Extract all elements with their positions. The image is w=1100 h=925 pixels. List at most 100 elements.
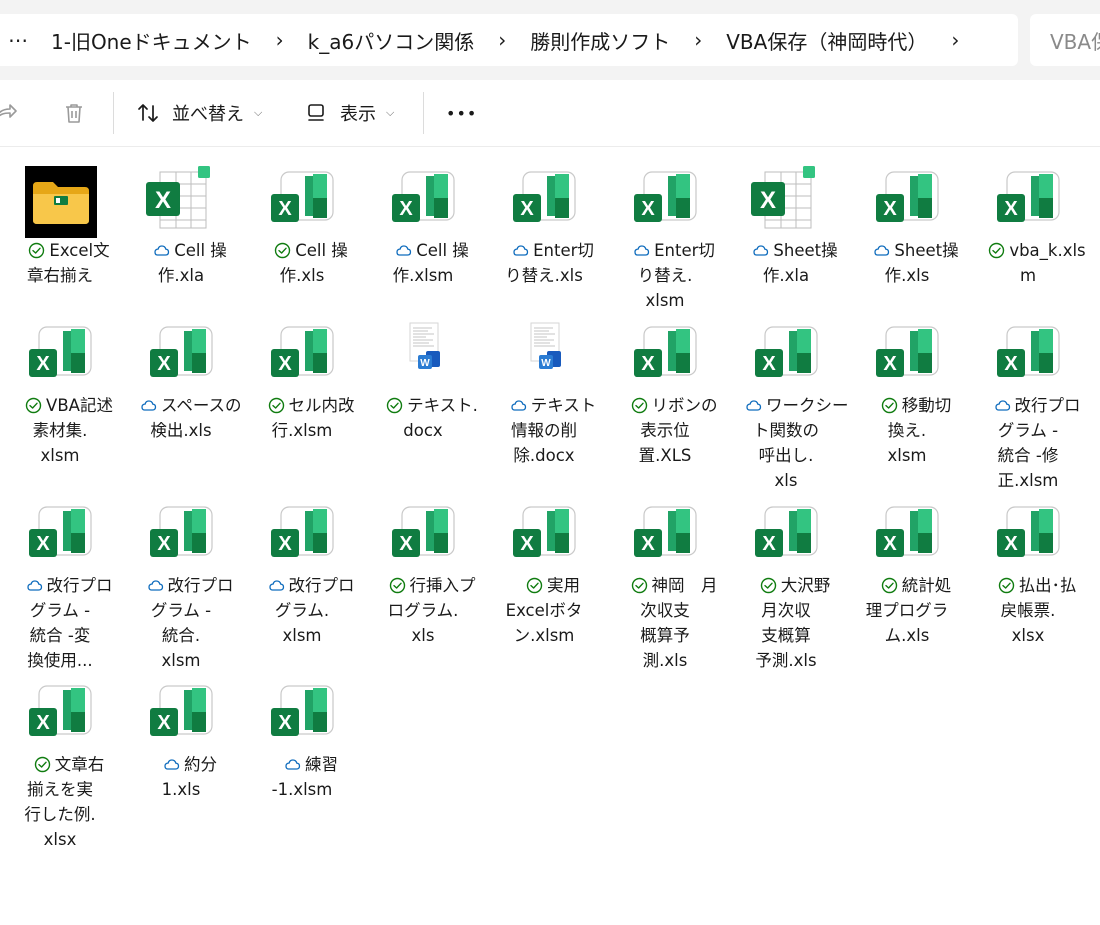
svg-text:X: X bbox=[762, 353, 776, 375]
breadcrumb-item-software[interactable]: 勝則作成ソフト bbox=[530, 26, 670, 55]
svg-text:X: X bbox=[155, 187, 171, 214]
svg-text:X: X bbox=[157, 712, 171, 734]
chevron-right-icon[interactable]: › bbox=[498, 28, 506, 52]
file-name-label: Sheet操 作.xls bbox=[848, 238, 966, 288]
file-name-line: グラム. bbox=[274, 601, 330, 620]
synced-check-icon bbox=[989, 242, 1005, 259]
more-options-button[interactable]: ••• bbox=[446, 80, 477, 146]
svg-text:X: X bbox=[883, 353, 897, 375]
file-name-line: 行した例. bbox=[24, 805, 96, 824]
file-name-line: Sheet操 bbox=[727, 238, 845, 263]
chevron-down-icon: ⌵ bbox=[254, 106, 263, 119]
file-name-text: ワークシー bbox=[766, 396, 849, 415]
excel-file-icon: X bbox=[872, 166, 944, 238]
file-name-text: 移動切 bbox=[901, 396, 952, 415]
svg-text:X: X bbox=[1004, 533, 1018, 555]
view-icon bbox=[308, 104, 324, 121]
excel-file-icon: X bbox=[267, 501, 339, 573]
synced-check-icon bbox=[881, 577, 897, 594]
file-name-line: 作.xlsm bbox=[392, 266, 454, 285]
breadcrumb-overflow-button[interactable]: ⋯ bbox=[8, 28, 29, 52]
file-name-label: Cell 操作.xla bbox=[122, 238, 240, 288]
cloud-icon bbox=[746, 400, 762, 411]
file-name-line: セル内改 bbox=[243, 393, 361, 418]
svg-text:X: X bbox=[1004, 353, 1018, 375]
file-name-text: 改行プロ bbox=[1014, 396, 1081, 415]
view-button[interactable]: 表示 ⌵ bbox=[304, 80, 394, 146]
file-name-text: セル内改 bbox=[288, 396, 355, 415]
file-name-line: ン.xlsm bbox=[513, 626, 575, 645]
file-name-line: 約分 bbox=[122, 752, 240, 777]
excel-file-icon: X bbox=[267, 166, 339, 238]
file-name-text: 神岡 月 bbox=[651, 576, 718, 595]
file-name-line: Excel文 bbox=[1, 238, 119, 263]
cloud-icon bbox=[141, 400, 157, 411]
search-input[interactable]: VBA保存 bbox=[1030, 14, 1100, 66]
file-name-label: Enter切 り替え. xlsm bbox=[606, 238, 724, 313]
file-name-line: 作.xls bbox=[884, 266, 930, 285]
svg-text:X: X bbox=[1004, 198, 1018, 220]
excel-file-icon: X bbox=[25, 321, 97, 393]
cloud-icon bbox=[285, 759, 301, 770]
file-name-line: 予測.xls bbox=[755, 651, 817, 670]
file-name-text: 改行プロ bbox=[46, 576, 113, 595]
file-name-line: 改行プロ bbox=[969, 393, 1087, 418]
synced-check-icon bbox=[268, 397, 284, 414]
synced-check-icon bbox=[631, 397, 647, 414]
breadcrumb-item-vba[interactable]: VBA保存（神岡時代） bbox=[726, 26, 927, 55]
file-name-line: 情報の削 bbox=[511, 421, 577, 440]
svg-text:X: X bbox=[641, 533, 655, 555]
file-name-line: スペースの bbox=[122, 393, 242, 418]
file-name-line: 戻帳票. bbox=[1000, 601, 1056, 620]
view-label: 表示 bbox=[340, 104, 376, 125]
file-name-line: VBA記述 bbox=[1, 393, 119, 418]
synced-check-icon bbox=[881, 397, 897, 414]
svg-text:W: W bbox=[541, 358, 551, 369]
synced-check-icon bbox=[631, 577, 647, 594]
cloud-icon bbox=[26, 580, 42, 591]
excel-file-icon: X bbox=[751, 501, 823, 573]
file-name-text: 改行プロ bbox=[167, 576, 234, 595]
excel-file-icon: X bbox=[509, 501, 581, 573]
file-name-line: xlsm bbox=[161, 651, 201, 670]
svg-text:X: X bbox=[762, 533, 776, 555]
sort-button[interactable]: 並べ替え ⌵ bbox=[136, 80, 262, 146]
breadcrumb[interactable]: ⋯ 1-旧Oneドキュメント › k_a6パソコン関係 › 勝則作成ソフト › … bbox=[0, 14, 1018, 66]
sort-label: 並べ替え bbox=[172, 104, 244, 125]
delete-button[interactable] bbox=[62, 80, 86, 146]
file-name-label: Cell 操作.xlsm bbox=[364, 238, 482, 288]
chevron-right-icon[interactable]: › bbox=[951, 28, 959, 52]
file-name-label: 改行プロ グラム - 統合 -修 正.xlsm bbox=[969, 393, 1087, 493]
svg-text:X: X bbox=[641, 198, 655, 220]
file-name-label: ワークシー ト関数の 呼出し. xls bbox=[727, 393, 849, 493]
file-name-line: 検出.xls bbox=[150, 421, 212, 440]
file-name-line: xlsm bbox=[40, 446, 80, 465]
cloud-icon bbox=[874, 245, 890, 256]
file-name-line: 移動切 bbox=[848, 393, 966, 418]
svg-text:W: W bbox=[420, 358, 430, 369]
svg-text:X: X bbox=[157, 533, 171, 555]
file-name-line: 揃えを実 bbox=[27, 780, 93, 799]
cloud-icon bbox=[164, 759, 180, 770]
file-name-label: テキスト. docx bbox=[364, 393, 482, 443]
file-name-line: 月次収 bbox=[761, 601, 811, 620]
cloud-icon bbox=[268, 580, 284, 591]
share-button[interactable] bbox=[0, 80, 18, 146]
chevron-right-icon[interactable]: › bbox=[694, 28, 702, 52]
file-name-line: 文章右 bbox=[1, 752, 119, 777]
svg-text:X: X bbox=[278, 198, 292, 220]
file-name-text: Enter切 bbox=[654, 241, 715, 260]
file-name-line: xlsm bbox=[645, 291, 685, 310]
svg-text:X: X bbox=[278, 533, 292, 555]
file-name-text: テキスト. bbox=[407, 396, 478, 415]
file-name-text: Cell 操 bbox=[295, 241, 348, 260]
chevron-right-icon[interactable]: › bbox=[276, 28, 284, 52]
file-name-line: 実用 bbox=[485, 573, 603, 598]
toolbar-divider bbox=[113, 92, 114, 134]
breadcrumb-item-onedocs[interactable]: 1-旧Oneドキュメント bbox=[51, 26, 252, 55]
file-name-text: テキスト bbox=[530, 396, 597, 415]
cloud-icon bbox=[154, 245, 170, 256]
breadcrumb-item-pc[interactable]: k_a6パソコン関係 bbox=[308, 26, 475, 55]
svg-text:X: X bbox=[157, 353, 171, 375]
file-name-line: グラム - bbox=[150, 601, 212, 620]
